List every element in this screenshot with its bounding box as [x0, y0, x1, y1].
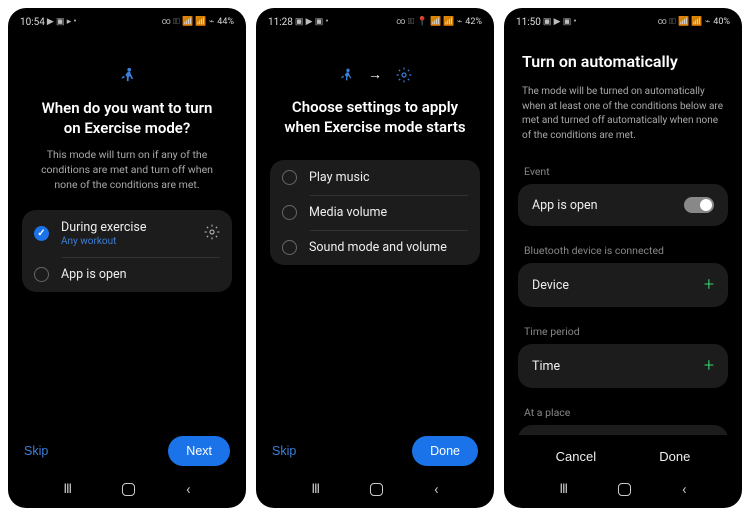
status-time: 11:50	[516, 17, 541, 28]
section-header-place: At a place	[518, 402, 728, 425]
status-time: 11:28	[268, 17, 293, 28]
skip-button[interactable]: Skip	[272, 444, 296, 458]
option-app-open[interactable]: App is open	[22, 257, 232, 292]
radio-unchecked-icon	[282, 240, 297, 255]
row-label: Device	[532, 278, 569, 293]
footer: Skip Done	[256, 426, 494, 472]
mode-icon-row: →	[270, 64, 480, 83]
mode-icon-row	[22, 64, 232, 84]
status-battery: 44%	[217, 17, 234, 27]
page-title: Choose settings to apply when Exercise m…	[270, 97, 480, 138]
row-device[interactable]: Device +	[518, 263, 728, 307]
nav-home[interactable]	[122, 483, 135, 496]
add-icon[interactable]: +	[704, 357, 714, 375]
status-bar: 11:28 ▣ ▶ ▣ • ∞ 🗉 📍 📶 📶 ⌁ 42%	[256, 8, 494, 32]
status-left-icons: ▣ ▶ ▣ •	[295, 17, 329, 27]
option-label: Sound mode and volume	[309, 240, 468, 255]
radio-checked-icon	[34, 226, 49, 241]
row-time[interactable]: Time +	[518, 344, 728, 388]
screen-exercise-conditions: 10:54 ▶ ▣ ▸ • ∞ 🗉 📶 📶 ⌁ 44% When do you …	[8, 8, 246, 508]
screen-choose-settings: 11:28 ▣ ▶ ▣ • ∞ 🗉 📍 📶 📶 ⌁ 42% → Choose s…	[256, 8, 494, 508]
status-battery: 42%	[465, 17, 482, 27]
footer: Cancel Done	[504, 435, 742, 472]
status-left-icons: ▣ ▶ ▣ •	[543, 17, 577, 27]
page-title: Turn on automatically	[518, 40, 728, 85]
options-card: Play music Media volume Sound mode and v…	[270, 160, 480, 265]
status-battery: 40%	[713, 17, 730, 27]
option-play-music[interactable]: Play music	[270, 160, 480, 195]
gear-icon	[396, 67, 412, 83]
section-header-time: Time period	[518, 321, 728, 344]
page-subtitle: This mode will turn on if any of the con…	[22, 148, 232, 192]
done-button[interactable]: Done	[412, 436, 478, 466]
radio-unchecked-icon	[34, 267, 49, 282]
status-bar: 11:50 ▣ ▶ ▣ • ∞ 🗉 📶 📶 ⌁ 40%	[504, 8, 742, 32]
status-right-icons: ∞ 🗉 📶 📶 ⌁	[658, 14, 711, 30]
row-label: Time	[532, 359, 560, 374]
skip-button[interactable]: Skip	[24, 444, 48, 458]
option-media-volume[interactable]: Media volume	[270, 195, 480, 230]
status-bar: 10:54 ▶ ▣ ▸ • ∞ 🗉 📶 📶 ⌁ 44%	[8, 8, 246, 32]
nav-recents[interactable]: III	[63, 482, 71, 497]
settings-button[interactable]	[204, 224, 220, 244]
nav-back[interactable]: ‹	[186, 480, 191, 498]
nav-bar: III ‹	[8, 472, 246, 508]
nav-home[interactable]	[618, 483, 631, 496]
add-icon[interactable]: +	[704, 276, 714, 294]
arrow-right-icon: →	[368, 67, 382, 83]
nav-bar: III ‹	[504, 472, 742, 508]
options-card: During exercise Any workout App is open	[22, 210, 232, 292]
footer: Skip Next	[8, 426, 246, 472]
gear-icon	[204, 224, 220, 240]
exercise-icon	[338, 67, 354, 83]
option-label: Play music	[309, 170, 468, 185]
page-title: When do you want to turn on Exercise mod…	[22, 98, 232, 139]
screen-turn-on-auto: 11:50 ▣ ▶ ▣ • ∞ 🗉 📶 📶 ⌁ 40% Turn on auto…	[504, 8, 742, 508]
cancel-button[interactable]: Cancel	[556, 449, 596, 464]
done-button[interactable]: Done	[659, 449, 690, 464]
nav-home[interactable]	[370, 483, 383, 496]
radio-unchecked-icon	[282, 170, 297, 185]
page-subtitle: The mode will be turned on automatically…	[518, 85, 728, 143]
nav-back[interactable]: ‹	[434, 480, 439, 498]
status-right-icons: ∞ 🗉 📶 📶 ⌁	[162, 14, 215, 30]
nav-recents[interactable]: III	[311, 482, 319, 497]
row-place[interactable]: Place +	[518, 425, 728, 435]
status-right-icons: ∞ 🗉 📍 📶 📶 ⌁	[396, 14, 462, 30]
option-label: App is open	[61, 267, 220, 282]
option-sublabel: Any workout	[61, 236, 192, 247]
nav-back[interactable]: ‹	[682, 480, 687, 498]
option-sound-mode[interactable]: Sound mode and volume	[270, 230, 480, 265]
status-left-icons: ▶ ▣ ▸ •	[47, 17, 77, 27]
section-header-bluetooth: Bluetooth device is connected	[518, 240, 728, 263]
nav-bar: III ‹	[256, 472, 494, 508]
option-during-exercise[interactable]: During exercise Any workout	[22, 210, 232, 257]
section-header-event: Event	[518, 161, 728, 184]
status-time: 10:54	[20, 17, 45, 28]
exercise-icon	[118, 66, 136, 84]
next-button[interactable]: Next	[168, 436, 230, 466]
row-label: App is open	[532, 198, 598, 213]
option-label: During exercise	[61, 220, 192, 235]
row-app-open[interactable]: App is open	[518, 184, 728, 226]
toggle-switch[interactable]	[684, 197, 714, 213]
radio-unchecked-icon	[282, 205, 297, 220]
option-label: Media volume	[309, 205, 468, 220]
nav-recents[interactable]: III	[559, 482, 567, 497]
